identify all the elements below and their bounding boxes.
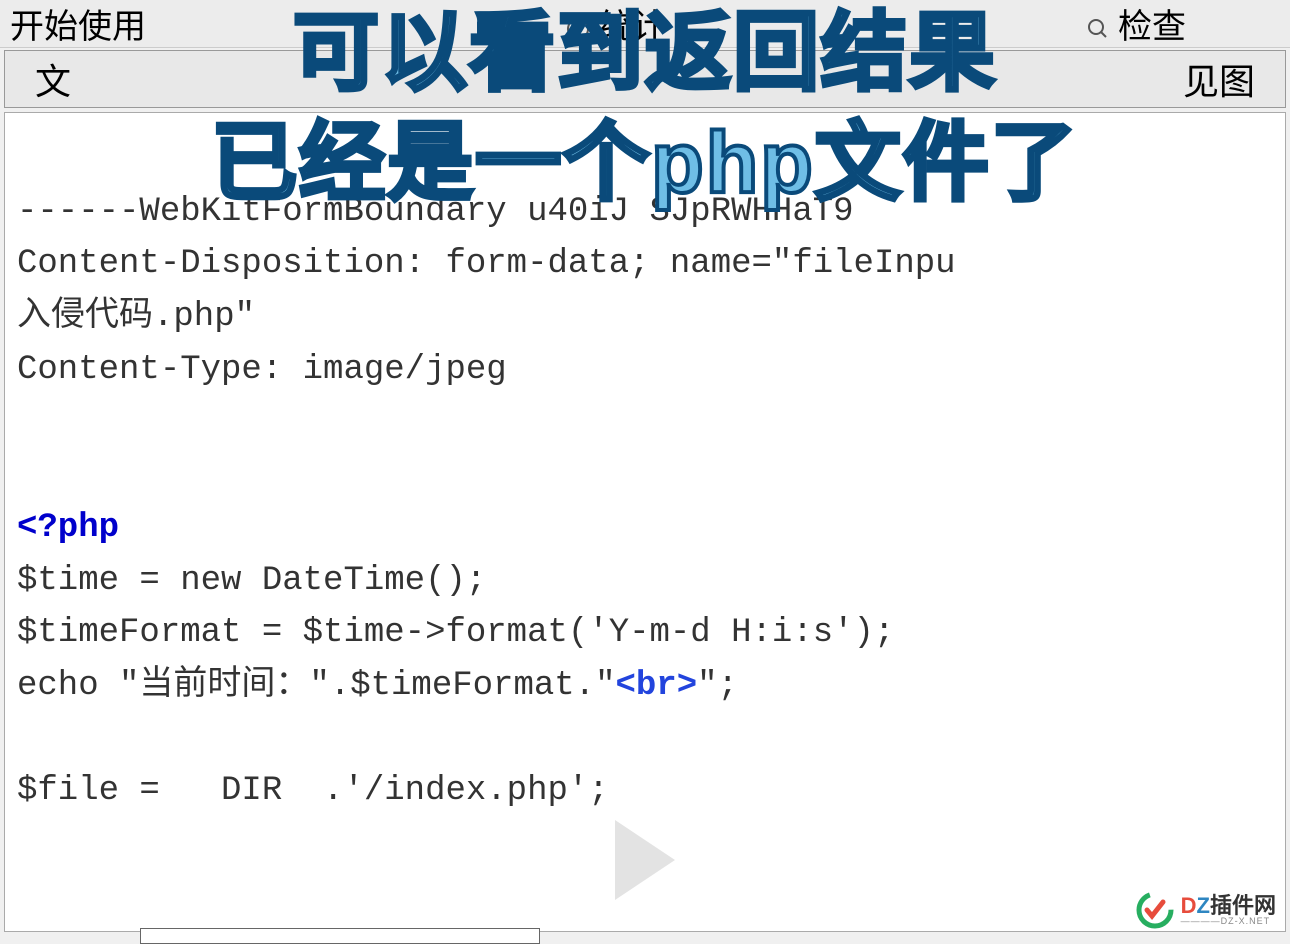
watermark-logo-icon: [1135, 890, 1175, 930]
caption-line-1: 可以看到返回结果: [0, 8, 1290, 98]
watermark: DZ插件网 ————DZ-X.NET: [1135, 890, 1276, 930]
watermark-domain: ————DZ-X.NET: [1181, 917, 1276, 926]
content-type-line: Content-Type: image/jpeg: [17, 351, 507, 389]
php-open-tag: <?php: [17, 509, 119, 547]
filename-line: 入侵代码.php": [17, 298, 255, 336]
code-line-echo-prefix: echo "当前时间：".$timeFormat.": [17, 667, 615, 705]
code-br-tag: <br>: [615, 667, 697, 705]
bottom-input-bar[interactable]: [140, 928, 540, 944]
watermark-brand: DZ插件网: [1181, 895, 1276, 917]
code-line-file: $file = DIR .'/index.php';: [17, 772, 609, 810]
code-line-time: $time = new DateTime();: [17, 562, 486, 600]
code-line-echo-suffix: ";: [697, 667, 738, 705]
caption-line-2: 已经是一个php文件了: [0, 118, 1290, 208]
http-response-viewer[interactable]: ------WebKitFormBoundary u40iJ SJpRWHHaT…: [4, 112, 1286, 932]
play-icon[interactable]: [615, 820, 675, 900]
content-disposition-line: Content-Disposition: form-data; name="fi…: [17, 245, 956, 283]
code-line-format: $timeFormat = $time->format('Y-m-d H:i:s…: [17, 614, 894, 652]
